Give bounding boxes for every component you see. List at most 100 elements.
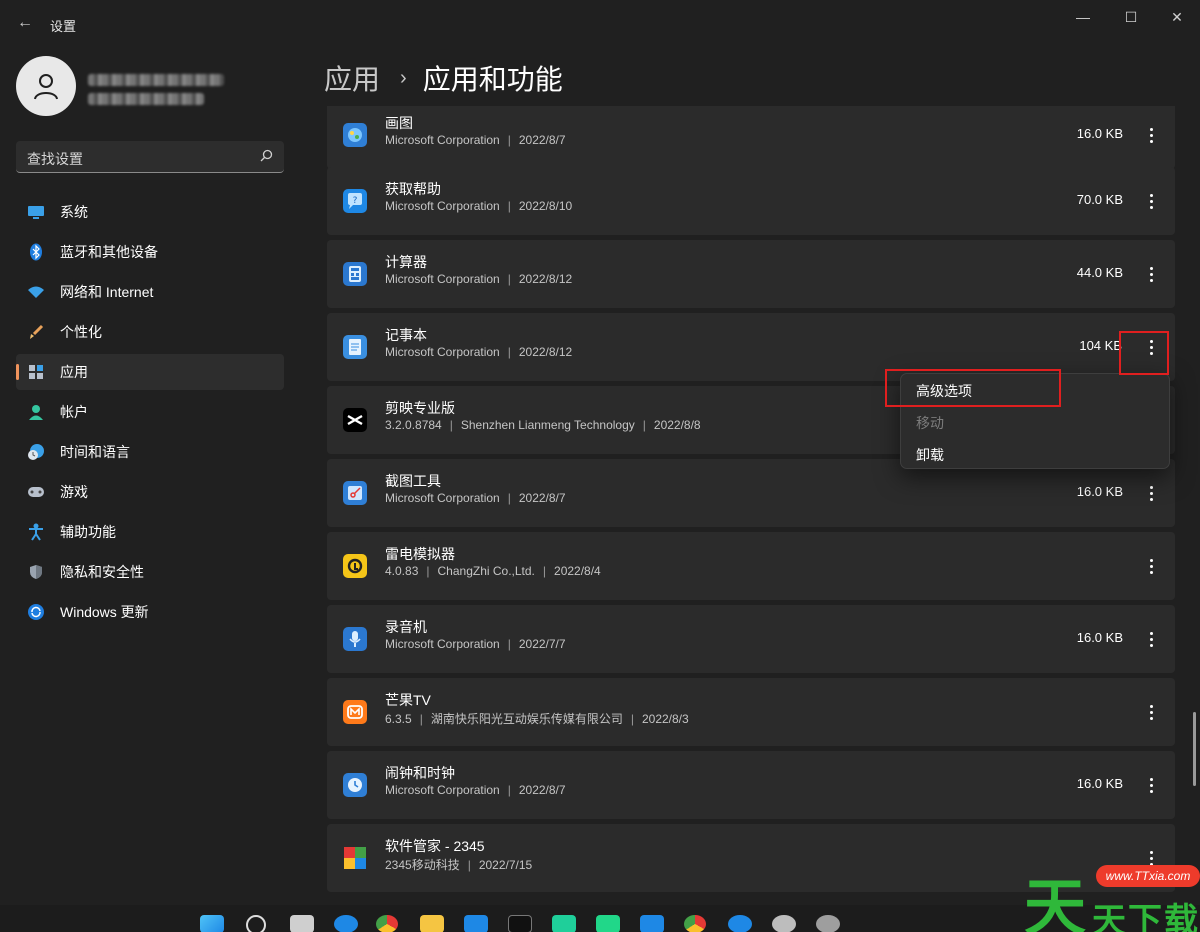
update-icon xyxy=(26,602,46,622)
pycharm-icon[interactable] xyxy=(596,915,620,932)
watermark-char: 载 xyxy=(1164,901,1198,932)
watermark-site: www.TTxia.com xyxy=(1096,865,1200,887)
more-options-button[interactable] xyxy=(1141,552,1161,580)
scrollbar-thumb[interactable] xyxy=(1193,712,1196,786)
more-options-button[interactable] xyxy=(1141,121,1161,149)
sidebar-item-bluetooth[interactable]: 蓝牙和其他设备 xyxy=(16,234,284,270)
sidebar-item-windows-update[interactable]: Windows 更新 xyxy=(16,594,284,630)
app-size: 44.0 KB xyxy=(1076,265,1123,280)
sidebar-item-personalization[interactable]: 个性化 xyxy=(16,314,284,350)
search-placeholder: 查找设置 xyxy=(27,151,83,167)
task-view-icon[interactable] xyxy=(290,915,314,932)
highlight-box-more-button xyxy=(1119,331,1169,375)
sidebar-item-label: 系统 xyxy=(60,204,88,220)
sidebar-item-apps[interactable]: 应用 xyxy=(16,354,284,390)
menu-item-move: 移动 xyxy=(916,415,944,431)
calculator-app-icon xyxy=(343,262,367,286)
app-name: 软件管家 - 2345 xyxy=(385,838,485,854)
app-meta: Microsoft Corporation | 2022/8/7 xyxy=(385,133,566,147)
sidebar-item-label: 游戏 xyxy=(60,484,88,500)
sidebar-item-accessibility[interactable]: 辅助功能 xyxy=(16,514,284,550)
chrome-icon-2[interactable] xyxy=(684,915,706,932)
settings-gear-icon[interactable] xyxy=(772,915,796,932)
app-size: 16.0 KB xyxy=(1076,484,1123,499)
sidebar-item-gaming[interactable]: 游戏 xyxy=(16,474,284,510)
app-size: 104 KB xyxy=(1079,338,1122,353)
list-item: 画图 Microsoft Corporation | 2022/8/7 16.0 K… xyxy=(327,106,1175,169)
maximize-button[interactable]: ☐ xyxy=(1108,4,1154,30)
bluetooth-icon xyxy=(26,242,46,262)
app-meta: 4.0.83 | ChangZhi Co.,Ltd. | 2022/8/4 xyxy=(385,564,601,578)
more-options-button[interactable] xyxy=(1141,479,1161,507)
app-name: 获取帮助 xyxy=(385,181,441,197)
taskbar xyxy=(0,905,1200,932)
sidebar-nav: 系统 蓝牙和其他设备 网络和 Internet 个性化 应用 帐户 时间和语言 … xyxy=(16,194,284,634)
back-arrow-icon[interactable]: ← xyxy=(14,12,36,34)
svg-text:?: ? xyxy=(353,196,358,206)
more-options-button[interactable] xyxy=(1141,625,1161,653)
sidebar-item-label: 应用 xyxy=(60,364,88,380)
app-meta: Microsoft Corporation | 2022/8/7 xyxy=(385,491,566,505)
feishu-icon-2[interactable] xyxy=(640,915,664,932)
search-icon[interactable] xyxy=(246,915,266,932)
highlight-box-advanced-options xyxy=(885,369,1061,407)
alarms-clock-app-icon xyxy=(343,773,367,797)
sidebar-item-label: 个性化 xyxy=(60,324,102,340)
edge-icon-2[interactable] xyxy=(728,915,752,932)
watermark-char: 天 xyxy=(1092,901,1126,932)
breadcrumb: 应用 › 应用和功能 xyxy=(324,58,563,98)
sidebar-item-label: 时间和语言 xyxy=(60,444,130,460)
file-explorer-icon[interactable] xyxy=(420,915,444,932)
sidebar-item-privacy[interactable]: 隐私和安全性 xyxy=(16,554,284,590)
app-meta: Microsoft Corporation | 2022/8/7 xyxy=(385,783,566,797)
app-size: 16.0 KB xyxy=(1076,126,1123,141)
more-options-button[interactable] xyxy=(1141,698,1161,726)
sidebar-item-network[interactable]: 网络和 Internet xyxy=(16,274,284,310)
sidebar-item-system[interactable]: 系统 xyxy=(16,194,284,230)
menu-item-uninstall[interactable]: 卸载 xyxy=(916,445,944,465)
watermark-logo: 天 天 下 载 www.TTxia.com xyxy=(1022,853,1200,932)
avatar[interactable] xyxy=(16,56,76,116)
watermark-char: 天 xyxy=(1024,871,1087,932)
paint-app-icon xyxy=(343,123,367,147)
app-name: 闹钟和时钟 xyxy=(385,765,455,781)
feishu-icon[interactable] xyxy=(464,915,488,932)
app-name: 录音机 xyxy=(385,619,427,635)
software-manager-app-icon xyxy=(343,846,367,870)
more-options-button[interactable] xyxy=(1141,771,1161,799)
chrome-icon[interactable] xyxy=(376,915,398,932)
app-name: 剪映专业版 xyxy=(385,400,455,416)
terminal-icon[interactable] xyxy=(508,915,532,932)
gamepad-icon xyxy=(26,482,46,502)
person-icon xyxy=(34,74,58,100)
search-input[interactable]: 查找设置 xyxy=(16,141,284,173)
sidebar-item-label: 蓝牙和其他设备 xyxy=(60,244,158,260)
close-button[interactable]: ✕ xyxy=(1154,4,1200,30)
settings-active-icon[interactable] xyxy=(816,915,840,932)
mango-tv-app-icon xyxy=(343,700,367,724)
app-meta: Microsoft Corporation | 2022/7/7 xyxy=(385,637,566,651)
person-icon xyxy=(26,402,46,422)
edge-icon[interactable] xyxy=(334,915,358,932)
webstorm-icon[interactable] xyxy=(552,915,576,932)
sidebar-item-time-language[interactable]: 时间和语言 xyxy=(16,434,284,470)
more-options-button[interactable] xyxy=(1141,187,1161,215)
sidebar-item-accounts[interactable]: 帐户 xyxy=(16,394,284,430)
voice-recorder-app-icon xyxy=(343,627,367,651)
app-size: 70.0 KB xyxy=(1076,192,1123,207)
breadcrumb-parent[interactable]: 应用 xyxy=(324,58,380,98)
minimize-button[interactable]: — xyxy=(1060,4,1106,30)
list-item: 计算器 Microsoft Corporation | 2022/8/12 44.0… xyxy=(327,240,1175,308)
shield-icon xyxy=(26,562,46,582)
more-options-button[interactable] xyxy=(1141,260,1161,288)
start-icon[interactable] xyxy=(200,915,224,932)
app-meta: 2345移动科技 | 2022/7/15 xyxy=(385,858,533,872)
sidebar-item-label: 辅助功能 xyxy=(60,524,116,540)
sidebar-item-label: 网络和 Internet xyxy=(60,284,154,300)
get-help-app-icon: ? xyxy=(343,189,367,213)
sidebar-item-label: 隐私和安全性 xyxy=(60,564,144,580)
accessibility-icon xyxy=(26,522,46,542)
page-title: 应用和功能 xyxy=(422,64,563,95)
list-item: ? 获取帮助 Microsoft Corporation | 2022/8/10 7… xyxy=(327,167,1175,235)
sidebar-item-label: 帐户 xyxy=(60,404,88,420)
